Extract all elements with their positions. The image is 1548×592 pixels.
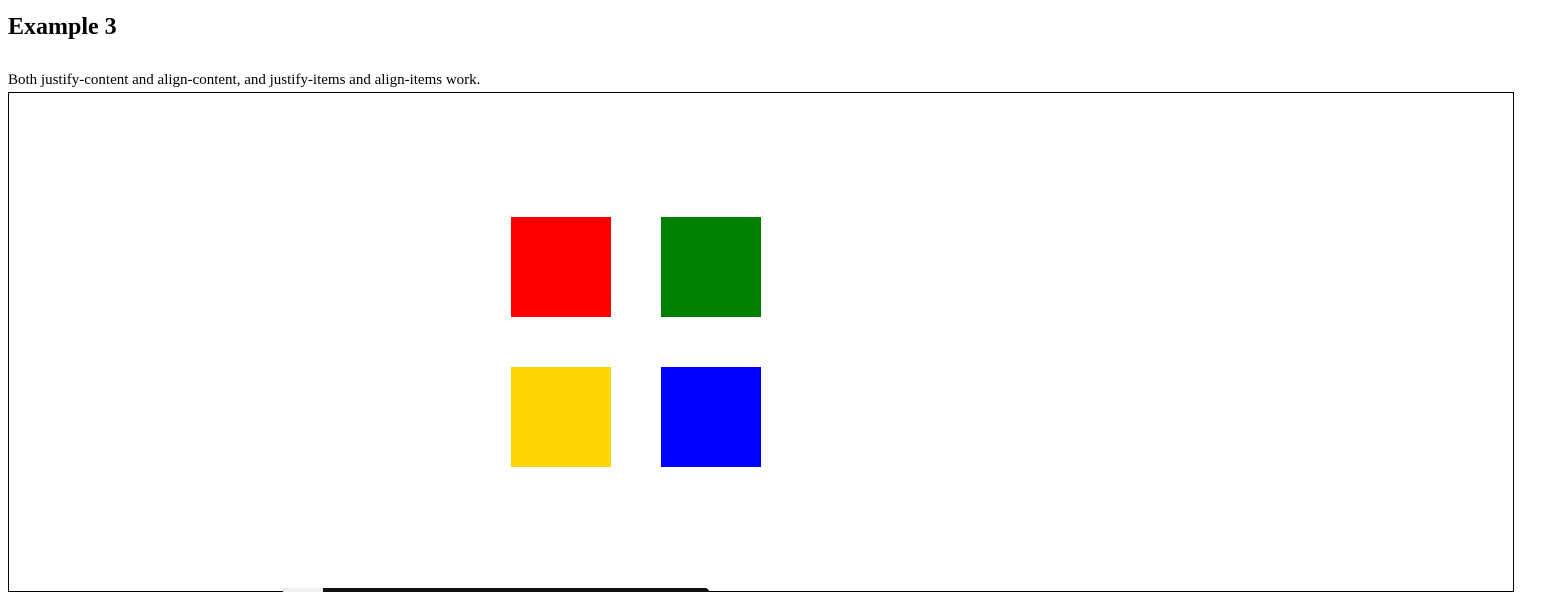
grid-container (8, 92, 1514, 592)
grid-item-green (661, 217, 761, 317)
taskbar-strip (283, 588, 709, 592)
page: Example 3 Both justify-content and align… (0, 0, 1548, 592)
grid (0, 93, 1388, 591)
page-title: Example 3 (8, 14, 117, 40)
page-description: Both justify-content and align-content, … (8, 72, 481, 88)
taskbar-strip-left (283, 588, 323, 592)
grid-item-blue (661, 367, 761, 467)
grid-item-red (511, 217, 611, 317)
grid-item-gold (511, 367, 611, 467)
